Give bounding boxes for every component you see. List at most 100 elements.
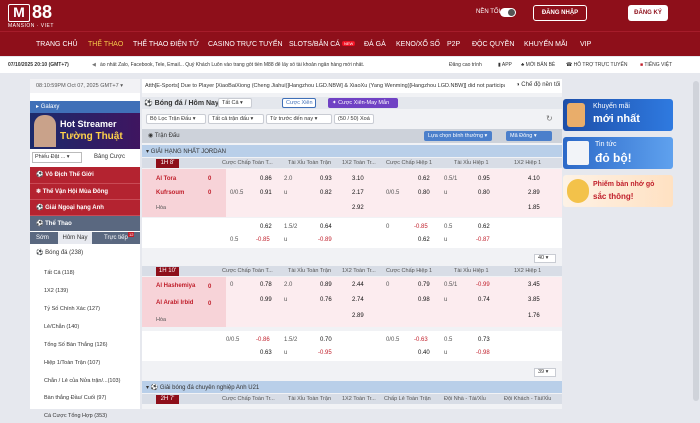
odds-cell[interactable]: 1.76 [528,313,540,319]
sport-football[interactable]: ⚽ Bóng đá (238) [30,246,140,260]
odds-cell[interactable]: 0.80 [478,190,490,196]
nav-casino[interactable]: CASINO TRỰC TUYẾN [208,41,283,48]
tab-today[interactable]: Hôm Nay [58,232,92,244]
sidebar-sports[interactable]: ⚽ Thể Thao [30,215,140,231]
odds-cell[interactable]: 0.79 [418,282,430,288]
odds-cell[interactable]: 0.80 [418,190,430,196]
odds-cell[interactable]: 0.62 [418,237,430,243]
odds-cell[interactable]: 0.93 [320,176,332,182]
odds-cell[interactable]: 0.74 [478,297,490,303]
market-item[interactable]: Hiệp 1/Toàn Trận (107) [30,356,140,370]
nav-exclusive[interactable]: ĐỘC QUYỀN [472,41,514,48]
language-selector[interactable]: ■ TIẾNG VIỆT [640,62,672,68]
sidebar-world-cup[interactable]: ⚽ Vô Địch Thế Giới [30,167,140,183]
odds-cell[interactable]: 0.89 [320,282,332,288]
odds-cell[interactable]: 2.89 [352,313,364,319]
league-header-u21[interactable]: ▾ ⚽ Giải bóng đá chuyên nghiệp Anh U21 [142,381,562,393]
nav-sports[interactable]: THỂ THAO [88,41,123,48]
odds-cell[interactable]: 1.85 [528,205,540,211]
odds-cell[interactable]: -0.98 [476,350,490,356]
odds-cell[interactable]: -0.85 [256,237,270,243]
bet-type-filter[interactable]: Tất cả trận đấu ▾ [208,114,264,124]
odds-cell[interactable]: 0.76 [320,297,332,303]
market-item[interactable]: Tổng Số Bàn Thắng (126) [30,338,140,352]
odds-cell[interactable]: -0.86 [256,337,270,343]
odds-cell[interactable]: 4.10 [528,176,540,182]
clear-filter-button[interactable]: (50 / 50) Xoá [334,114,374,124]
scrollbar[interactable] [693,81,699,401]
odds-cell[interactable]: 0.63 [260,350,272,356]
odds-cell[interactable]: 0.40 [418,350,430,356]
bet-table-tab[interactable]: Bảng Cược [94,154,125,160]
odds-cell[interactable]: 3.10 [352,176,364,182]
match-filter[interactable]: Bộ Lọc Trận Đấu ▾ [146,114,206,124]
odds-cell[interactable]: -0.89 [318,237,332,243]
more-markets-select[interactable]: 39 ▾ [534,368,556,377]
register-button[interactable]: ĐĂNG KÝ [628,5,668,21]
clock[interactable]: 08:10:59PM Oct 07, 2025 GMT+7 ▾ [30,79,140,93]
odds-cell[interactable]: 3.45 [528,282,540,288]
sidebar-winter-olympics[interactable]: ❄ Thế Vận Hội Mùa Đông [30,183,140,199]
promo-banner[interactable]: Khuyến mãi mới nhất [563,99,673,131]
odds-cell[interactable]: 0.98 [418,297,430,303]
sidebar-premier-league[interactable]: ⚽ Giải Ngoại hạng Anh [30,199,140,215]
tab-early[interactable]: Sớm [36,235,49,241]
odds-cell[interactable]: -0.95 [318,350,332,356]
galaxy-header[interactable]: ▸ Galaxy [30,101,140,113]
nav-vip[interactable]: VIP [580,41,591,48]
odds-cell[interactable]: 0.62 [478,224,490,230]
nav-home[interactable]: TRANG CHỦ [36,41,78,48]
friends-link[interactable]: ♣ MỚI BẢN BÈ [521,62,555,68]
odds-cell[interactable]: -0.85 [414,224,428,230]
odds-cell[interactable]: 2.74 [352,297,364,303]
odds-cell[interactable]: 0.86 [260,176,272,182]
odds-cell[interactable]: 0.62 [260,224,272,230]
nav-esports[interactable]: THỂ THAO ĐIỆN TỬ [133,41,199,48]
market-item[interactable]: Bàn thắng Đầu/ Cuối (97) [30,391,140,405]
odds-cell[interactable]: 0.64 [320,224,332,230]
odds-cell[interactable]: 3.85 [528,297,540,303]
lucky-parlay-button[interactable]: ✦ Cược Xiên-May Mắn [328,98,398,108]
nav-promotions[interactable]: KHUYẾN MÃI [524,41,568,48]
odds-format-select[interactable]: Mã Đông ▾ [506,131,552,141]
odds-cell[interactable]: 0.99 [260,297,272,303]
nav-cockfight[interactable]: ĐÁ GÀ [364,41,386,48]
nav-slots[interactable]: SLOTS/BẮN CÁ NEW [289,41,356,48]
parlay-button[interactable]: Cược Xiên [282,98,316,108]
market-item[interactable]: Lẻ/Chẵn (140) [30,320,140,334]
refresh-icon[interactable]: ↻ [546,114,553,123]
tab-live[interactable]: Trực tiếp [104,235,128,241]
odds-cell[interactable]: 2.92 [352,205,364,211]
odds-cell[interactable]: 0.70 [320,337,332,343]
odds-cell[interactable]: 0.78 [260,282,272,288]
bet-slip-filter[interactable]: Phiếu Đặt ... ▾ [32,152,82,163]
market-select[interactable]: Tất Cả ▾ [218,98,252,108]
hot-streamer-banner[interactable]: Hot Streamer Tường Thuật [30,113,140,149]
login-button[interactable]: ĐĂNG NHẬP [533,5,587,21]
m88-logo[interactable]: M 88 MANSION · VIET [8,2,68,29]
odds-cell[interactable]: 2.17 [352,190,364,196]
dark-mode-toggle-main[interactable]: ◑ Chế độ nền tối [516,82,560,88]
nav-p2p[interactable]: P2P [447,41,460,48]
date-filter[interactable]: Từ trước đến nay ▾ [266,114,332,124]
sort-select[interactable]: Lựa chọn bình thường ▾ [424,131,492,141]
odds-cell[interactable]: -0.87 [476,237,490,243]
odds-cell[interactable]: -0.63 [414,337,428,343]
market-item[interactable]: Cá Cược Tổng Hợp (353) [30,409,140,423]
odds-cell[interactable]: -0.99 [476,282,490,288]
bonus-banner[interactable]: Phiếm bản nhớ gỏ sắc thông! [563,175,673,207]
odds-cell[interactable]: 0.91 [260,190,272,196]
news-banner[interactable]: Tin tức đỏ bộ! [563,137,673,169]
odds-cell[interactable]: 2.44 [352,282,364,288]
odds-cell[interactable]: 0.62 [418,176,430,182]
nav-keno[interactable]: KENO/XỔ SỐ [396,41,440,48]
market-item[interactable]: Tỷ Số Chính Xác (127) [30,302,140,316]
app-link[interactable]: ▮ APP [498,62,512,68]
odds-cell[interactable]: 0.95 [478,176,490,182]
dark-mode-toggle[interactable] [500,8,516,17]
market-item[interactable]: 1X2 (139) [30,284,140,298]
odds-cell[interactable]: 0.82 [320,190,332,196]
odds-cell[interactable]: 0.73 [478,337,490,343]
support-link[interactable]: ☎ HỖ TRỢ TRỰC TUYẾN [566,62,627,68]
market-item[interactable]: Chẵn / Lẻ của Nửa trận/...(103) [30,374,140,388]
